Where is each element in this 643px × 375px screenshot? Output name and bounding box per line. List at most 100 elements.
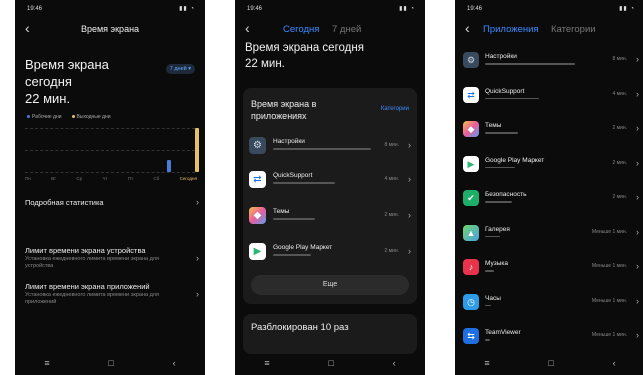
screen-time-today: 19:46 ▮▮ ◔ ‹ Сегодня 7 дней Время экрана… (235, 0, 425, 375)
usage-bar (485, 132, 518, 134)
app-row-settings[interactable]: ⚙ Настройки 8 мин. › (249, 136, 411, 156)
back-icon[interactable]: ‹ (245, 20, 250, 36)
usage-bar (485, 304, 491, 306)
chart-bar (167, 160, 171, 172)
chevron-right-icon: › (636, 295, 639, 306)
app-name: Темы (485, 122, 502, 129)
app-row[interactable]: ⚙ Настройки 8 мин. › (463, 50, 641, 74)
app-row[interactable]: ⇄ QuickSupport 4 мин. › (463, 85, 641, 109)
status-time: 19:46 (467, 6, 483, 12)
back-icon[interactable]: ‹ (465, 20, 470, 36)
app-time: 2 мин. (612, 159, 627, 166)
app-time: Меньше 1 мин. (591, 228, 627, 235)
legend-weekend: Выходные дни (76, 114, 111, 120)
chart-days: Пн Вт Ср Чт Пт Сб Сегодня (25, 176, 197, 181)
home-icon[interactable]: □ (548, 358, 553, 368)
menu-icon[interactable]: ≡ (484, 358, 489, 368)
usage-bar (273, 254, 311, 256)
headline-line-2: сегодня (25, 74, 72, 89)
usage-bar (273, 148, 371, 150)
legend-workdays: Рабочие дни (32, 114, 62, 120)
chevron-right-icon: › (196, 253, 199, 263)
categories-link[interactable]: Категории (381, 106, 409, 112)
tab-categories[interactable]: Категории (551, 24, 596, 35)
app-row[interactable]: ◷ Часы Меньше 1 мин. › (463, 292, 641, 316)
app-row[interactable]: ▲ Галерея Меньше 1 мин. › (463, 223, 641, 247)
app-time: Меньше 1 мин. (591, 332, 627, 338)
period-dropdown[interactable]: 7 дней ▾ (165, 64, 195, 74)
app-row[interactable]: ⇆ TeamViewer Меньше 1 мин. › (463, 326, 641, 350)
nav-bar: ≡ □ ‹ (235, 351, 425, 375)
app-time: 2 мин. (612, 125, 627, 131)
app-name: Темы (273, 208, 290, 215)
quicksupport-icon: ⇄ (463, 86, 479, 103)
gallery-icon: ▲ (463, 224, 479, 241)
usage-bar (485, 97, 539, 99)
app-row[interactable]: ♪ Музыка Меньше 1 мин. › (463, 257, 641, 281)
app-name: Google Play Маркет (273, 244, 333, 251)
day-label: Пн (25, 176, 31, 181)
app-name: Часы (485, 294, 501, 302)
app-row-google-play[interactable]: ▶ Google Play Маркет 2 мин. › (249, 242, 411, 262)
back-nav-icon[interactable]: ‹ (173, 358, 176, 368)
detailed-stats-label: Подробная статистика (25, 198, 104, 207)
teamviewer-icon: ⇆ (463, 328, 479, 344)
app-name: Настройки (273, 138, 305, 145)
menu-icon[interactable]: ≡ (264, 358, 269, 368)
chevron-right-icon: › (636, 226, 639, 237)
app-name: QuickSupport (273, 172, 313, 179)
day-label: Чт (102, 176, 108, 181)
app-name: Безопасность (485, 191, 527, 198)
app-time: 2 мин. (384, 248, 399, 254)
chevron-right-icon: › (636, 330, 639, 340)
home-icon[interactable]: □ (328, 358, 333, 368)
chevron-right-icon: › (636, 123, 639, 133)
app-name: QuickSupport (485, 87, 525, 95)
app-time: 4 мин. (612, 90, 627, 97)
screen-time-overview: 19:46 ▮▮ ◔ ‹ Время экрана Время экрана с… (15, 0, 205, 375)
app-name: Google Play Маркет (485, 156, 545, 164)
tab-today[interactable]: Сегодня (283, 24, 319, 35)
chevron-right-icon: › (408, 246, 411, 256)
app-row-themes[interactable]: ◆ Темы 2 мин. › (249, 206, 411, 226)
more-button[interactable]: Еще (251, 275, 409, 295)
device-limit-subtitle: Установка ежедневного лимита времени экр… (25, 256, 159, 269)
app-name: Музыка (485, 260, 508, 267)
tab-apps[interactable]: Приложения (483, 24, 539, 35)
quicksupport-icon: ⇄ (249, 171, 266, 188)
status-icons: ▮▮ ◔ (619, 6, 635, 12)
play-store-icon: ▶ (463, 155, 479, 172)
app-time: Меньше 1 мин. (591, 263, 627, 269)
usage-bar (485, 339, 490, 341)
back-nav-icon[interactable]: ‹ (393, 358, 396, 368)
app-row-quicksupport[interactable]: ⇄ QuickSupport 4 мин. › (249, 170, 411, 190)
app-time: 8 мин. (612, 56, 627, 62)
home-icon[interactable]: □ (108, 358, 113, 368)
usage-bar (485, 201, 512, 203)
unlock-count: Разблокирован 10 раз (251, 322, 349, 333)
app-time: 8 мин. (384, 142, 399, 148)
card-title-line-1: Время экрана в (251, 99, 317, 109)
app-row[interactable]: ◆ Темы 2 мин. › (463, 119, 641, 143)
apps-list-screen: 19:46 ▮▮ ◔ ‹ Приложения Категории ⚙ Настр… (455, 0, 643, 375)
app-row[interactable]: ▶ Google Play Маркет 2 мин. › (463, 154, 641, 178)
app-name: Настройки (485, 53, 517, 60)
app-time: 4 мин. (384, 176, 399, 182)
menu-icon[interactable]: ≡ (44, 358, 49, 368)
app-row[interactable]: ✔ Безопасность 2 мин. › (463, 188, 641, 212)
app-usage-card: Время экрана в приложениях Категории ⚙ Н… (243, 88, 417, 304)
headline-line-3: 22 мин. (25, 91, 71, 106)
status-icons: ▮▮ ◔ (179, 6, 195, 12)
chart-bar (195, 128, 199, 172)
chevron-right-icon: › (196, 289, 199, 299)
chevron-right-icon: › (408, 140, 411, 150)
chart-legend: Рабочие дни Выходные дни (27, 114, 111, 120)
back-nav-icon[interactable]: ‹ (613, 358, 616, 368)
usage-bar (485, 235, 500, 237)
app-limit-title: Лимит времени экрана приложений (25, 282, 150, 291)
day-label: Сегодня (179, 176, 197, 181)
tab-7-days[interactable]: 7 дней (332, 24, 361, 35)
usage-bar (485, 63, 575, 65)
app-time: Меньше 1 мин. (591, 297, 627, 304)
status-time: 19:46 (27, 6, 43, 12)
